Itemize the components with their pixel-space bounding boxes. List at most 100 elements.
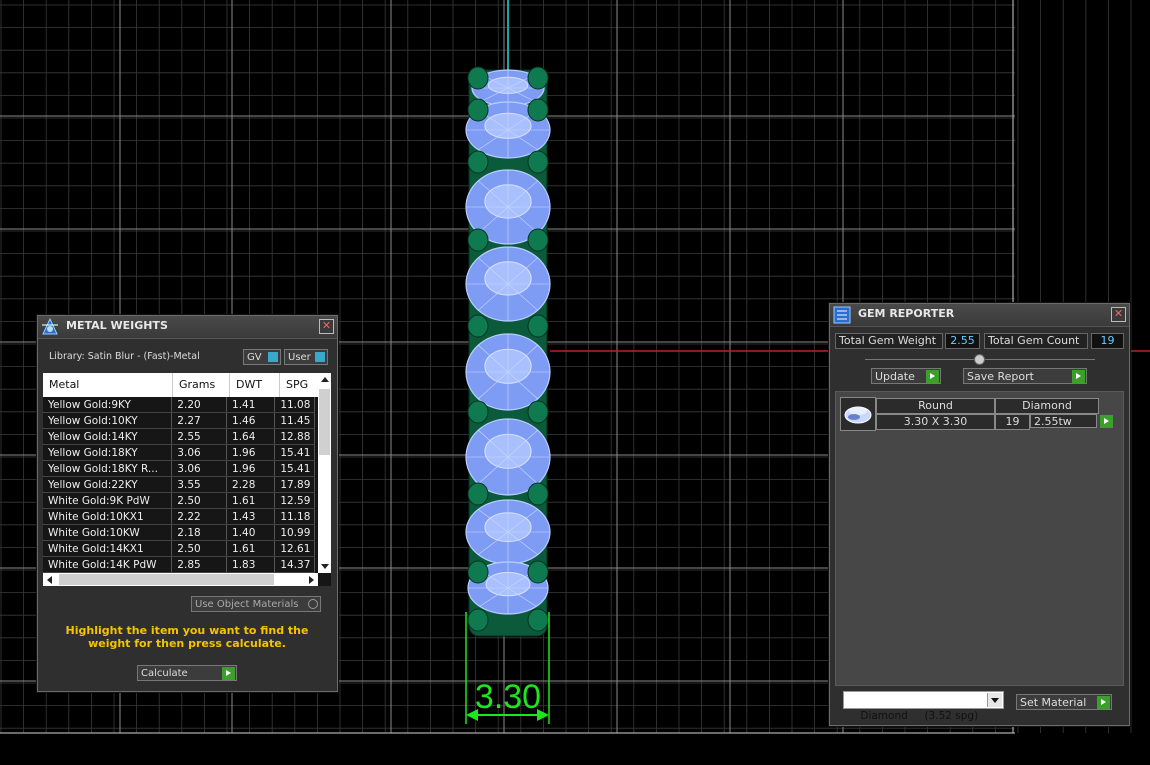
metal-table-header: Metal Grams DWT SPG <box>43 373 320 397</box>
gv-toggle[interactable]: GV <box>243 349 281 365</box>
prong <box>527 560 549 584</box>
metal-grams-cell: 3.06 <box>171 444 228 461</box>
metal-weights-titlebar[interactable]: METAL WEIGHTS ✕ <box>38 316 337 339</box>
total-gem-count-label: Total Gem Count <box>984 333 1088 349</box>
metal-dwt-cell: 1.43 <box>226 508 276 525</box>
column-header-grams[interactable]: Grams <box>173 373 230 397</box>
metal-metal-cell: Yellow Gold:18KY R... <box>43 460 173 477</box>
prong <box>467 150 489 174</box>
table-row[interactable]: White Gold:10KW 2.18 1.40 10.99 <box>43 524 315 541</box>
gem-size: 3.30 X 3.30 <box>876 414 995 430</box>
play-arrow-icon <box>1100 415 1113 428</box>
gem-count: 19 <box>995 414 1030 430</box>
prong <box>527 608 549 632</box>
metal-dwt-cell: 1.96 <box>226 444 276 461</box>
table-row[interactable]: Yellow Gold:14KY 2.55 1.64 12.88 <box>43 428 315 445</box>
metal-rows: Yellow Gold:9KY 2.20 1.41 11.08 Yellow Gold:… <box>43 397 315 573</box>
scroll-right-icon[interactable] <box>309 576 314 584</box>
prong <box>467 608 489 632</box>
save-report-button[interactable]: Save Report <box>963 368 1087 384</box>
update-button[interactable]: Update <box>871 368 941 384</box>
prong <box>467 66 489 90</box>
metal-metal-cell: Yellow Gold:14KY <box>43 428 173 445</box>
prong <box>467 98 489 122</box>
table-row[interactable]: White Gold:9K PdW 2.50 1.61 12.59 <box>43 492 315 509</box>
prong <box>527 150 549 174</box>
gem-weight[interactable]: 2.55tw <box>1030 414 1113 428</box>
metal-dwt-cell: 1.46 <box>226 412 276 429</box>
close-icon[interactable]: ✕ <box>1111 307 1126 322</box>
prong <box>467 228 489 252</box>
set-material-button[interactable]: Set Material <box>1016 694 1112 710</box>
prong <box>527 314 549 338</box>
prong <box>467 400 489 424</box>
table-row[interactable]: White Gold:14KX1 2.50 1.61 12.61 <box>43 540 315 557</box>
play-arrow-icon <box>222 667 235 680</box>
scroll-down-icon[interactable] <box>321 564 329 569</box>
scroll-thumb-vertical[interactable] <box>319 389 330 455</box>
metal-dwt-cell: 1.40 <box>226 524 276 541</box>
gem-material: Diamond <box>995 398 1099 414</box>
column-header-metal[interactable]: Metal <box>43 373 173 397</box>
metal-metal-cell: Yellow Gold:22KY <box>43 476 173 493</box>
library-label: Library: Satin Blur - (Fast)-Metal <box>49 351 200 362</box>
gem-thumbnail <box>840 397 876 431</box>
radio-icon <box>308 599 318 609</box>
metal-metal-cell: White Gold:10KX1 <box>43 508 173 525</box>
table-row[interactable]: Yellow Gold:9KY 2.20 1.41 11.08 <box>43 397 315 413</box>
metal-weights-instruction: Highlight the item you want to find the … <box>65 624 309 650</box>
prong <box>527 400 549 424</box>
table-row[interactable]: Yellow Gold:10KY 2.27 1.46 11.45 <box>43 412 315 429</box>
ring-model[interactable] <box>465 66 551 637</box>
gem-reporter-panel: GEM REPORTER ✕ Total Gem Weight 2.55 Tot… <box>829 303 1130 726</box>
metal-metal-cell: White Gold:14K PdW <box>43 556 173 573</box>
metal-spg-cell: 10.99 <box>274 524 315 541</box>
metal-spg-cell: 15.41 <box>274 444 315 461</box>
table-row[interactable]: White Gold:10KX1 2.22 1.43 11.18 <box>43 508 315 525</box>
prong <box>467 314 489 338</box>
metal-metal-cell: White Gold:10KW <box>43 524 173 541</box>
metal-grams-cell: 2.22 <box>171 508 228 525</box>
metal-grams-cell: 2.18 <box>171 524 228 541</box>
scroll-thumb-horizontal[interactable] <box>59 574 274 585</box>
metal-grams-cell: 3.06 <box>171 460 228 477</box>
material-select[interactable]: Diamond (3.52 spg) <box>843 691 1004 722</box>
prong <box>527 228 549 252</box>
table-row[interactable]: Yellow Gold:22KY 3.55 2.28 17.89 <box>43 476 315 493</box>
panel-divider-slider[interactable] <box>865 354 1095 365</box>
table-row[interactable]: Yellow Gold:18KY 3.06 1.96 15.41 <box>43 444 315 461</box>
user-toggle[interactable]: User <box>284 349 328 365</box>
gem-row[interactable]: Round 3.30 X 3.30 Diamond 19 2.55tw <box>840 397 1113 431</box>
column-header-spg[interactable]: SPG <box>280 373 320 397</box>
use-object-materials-toggle[interactable]: Use Object Materials <box>191 596 321 612</box>
metal-table-vscroll[interactable] <box>318 373 331 573</box>
scale-icon <box>42 317 58 335</box>
close-icon[interactable]: ✕ <box>319 319 334 334</box>
metal-spg-cell: 14.37 <box>274 556 315 573</box>
calculate-button[interactable]: Calculate <box>137 665 237 681</box>
metal-metal-cell: White Gold:14KX1 <box>43 540 173 557</box>
metal-table-hscroll[interactable] <box>43 573 318 586</box>
column-header-dwt[interactable]: DWT <box>230 373 280 397</box>
chevron-down-icon[interactable] <box>987 693 1002 707</box>
play-arrow-icon <box>926 370 939 383</box>
metal-table-body: Yellow Gold:9KY 2.20 1.41 11.08 Yellow Gold:… <box>43 397 315 573</box>
prong <box>527 98 549 122</box>
scroll-left-icon[interactable] <box>47 576 52 584</box>
table-row[interactable]: Yellow Gold:18KY R... 3.06 1.96 15.41 <box>43 460 315 477</box>
metal-grams-cell: 2.27 <box>171 412 228 429</box>
prong <box>467 560 489 584</box>
slider-knob-icon[interactable] <box>974 354 985 365</box>
metal-spg-cell: 11.45 <box>274 412 315 429</box>
metal-spg-cell: 11.18 <box>274 508 315 525</box>
scroll-up-icon[interactable] <box>321 377 329 382</box>
table-row[interactable]: White Gold:14K PdW 2.85 1.83 14.37 <box>43 556 315 573</box>
dimension-label: 3.30 <box>475 678 541 716</box>
gem-reporter-titlebar[interactable]: GEM REPORTER ✕ <box>830 304 1129 327</box>
metal-grams-cell: 2.55 <box>171 428 228 445</box>
round-gem-icon <box>844 406 872 424</box>
user-toggle-indicator <box>315 352 325 362</box>
total-gem-weight-value: 2.55 <box>945 333 980 349</box>
prong <box>467 482 489 506</box>
metal-dwt-cell: 1.41 <box>226 397 276 413</box>
